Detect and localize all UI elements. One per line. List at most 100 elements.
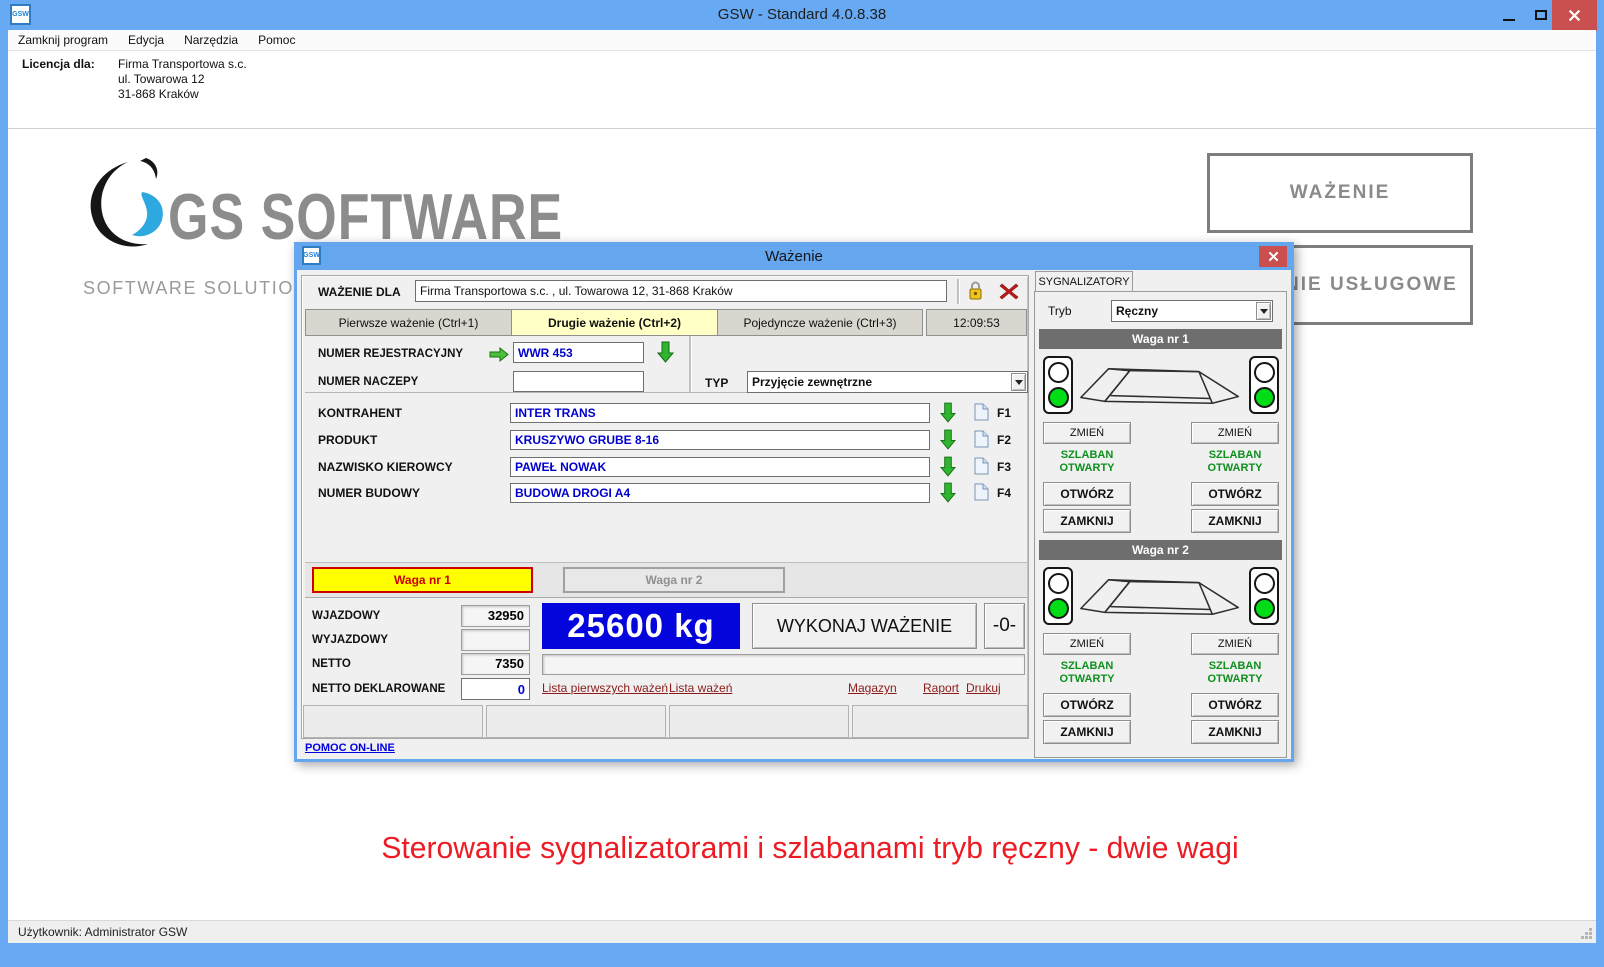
maximize-icon xyxy=(1535,10,1547,20)
divider xyxy=(957,279,959,304)
arrow-down-icon[interactable] xyxy=(940,402,956,423)
otworz-left-button-scale2[interactable]: OTWÓRZ xyxy=(1043,693,1131,717)
document-icon[interactable] xyxy=(974,403,989,421)
scale-1-button[interactable]: Waga nr 1 xyxy=(312,567,533,593)
zmien-right-button-scale1[interactable]: ZMIEŃ xyxy=(1191,422,1279,444)
wazenie-dla-label: WAŻENIE DLA xyxy=(318,285,401,299)
license-label: Licencja dla: xyxy=(22,57,95,71)
tryb-select[interactable]: Ręczny xyxy=(1111,300,1273,322)
typ-dropdown-button[interactable] xyxy=(1011,373,1026,391)
red-lamp-off xyxy=(1254,573,1275,594)
menu-item-zamknij-program[interactable]: Zamknij program xyxy=(8,33,118,47)
minimize-button[interactable] xyxy=(1496,0,1522,30)
netto-label: NETTO xyxy=(312,658,351,670)
raport-link[interactable]: Raport xyxy=(923,681,959,695)
wjazdowy-label: WJAZDOWY xyxy=(312,610,380,622)
wazenie-button[interactable]: WAŻENIE xyxy=(1207,153,1473,233)
zamknij-right-button-scale2[interactable]: ZAMKNIJ xyxy=(1191,720,1279,744)
resize-grip-icon[interactable] xyxy=(1580,927,1593,940)
otworz-left-button-scale1[interactable]: OTWÓRZ xyxy=(1043,482,1131,506)
nazwisko-kierowcy-input[interactable]: PAWEŁ NOWAK xyxy=(510,457,930,477)
zamknij-left-button-scale1[interactable]: ZAMKNIJ xyxy=(1043,509,1131,533)
green-lamp-on xyxy=(1254,387,1275,408)
wjazdowy-value: 32950 xyxy=(461,605,530,627)
dialog-close-icon xyxy=(1268,251,1279,262)
green-lamp-on xyxy=(1048,387,1069,408)
nazwisko-kierowcy-label: NAZWISKO KIEROWCY xyxy=(318,460,453,474)
scale-2-button[interactable]: Waga nr 2 xyxy=(563,567,785,593)
tab-sygnalizatory[interactable]: SYGNALIZATORY xyxy=(1035,271,1133,292)
document-icon[interactable] xyxy=(974,483,989,501)
lista-wazen-link[interactable]: Lista ważeń xyxy=(669,681,732,695)
window-title: GSW - Standard 4.0.8.38 xyxy=(0,6,1604,23)
tab-pierwsze-wazenie[interactable]: Pierwsze ważenie (Ctrl+1) xyxy=(305,309,512,336)
green-lamp-on xyxy=(1048,598,1069,619)
arrow-down-icon[interactable] xyxy=(940,456,956,477)
numer-naczepy-input[interactable] xyxy=(513,371,644,392)
red-lamp-off xyxy=(1254,362,1275,383)
minimize-icon xyxy=(1503,19,1515,21)
wykonaj-wazenie-button[interactable]: WYKONAJ WAŻENIE xyxy=(752,603,977,649)
wazenie-dla-input[interactable]: Firma Transportowa s.c. , ul. Towarowa 1… xyxy=(415,280,947,302)
close-button[interactable] xyxy=(1552,0,1597,31)
document-icon[interactable] xyxy=(974,457,989,475)
license-line-3: 31-868 Kraków xyxy=(118,87,199,101)
numer-rejestracyjny-input[interactable]: WWR 453 xyxy=(513,342,644,363)
arrow-down-icon[interactable] xyxy=(940,429,956,450)
lock-icon[interactable] xyxy=(967,280,984,301)
otworz-right-button-scale2[interactable]: OTWÓRZ xyxy=(1191,693,1279,717)
weighbridge-icon xyxy=(1077,569,1245,625)
zamknij-left-button-scale2[interactable]: ZAMKNIJ xyxy=(1043,720,1131,744)
document-icon[interactable] xyxy=(974,430,989,448)
status-box-3 xyxy=(669,705,849,738)
weighbridge-icon xyxy=(1077,358,1245,414)
traffic-light-icon xyxy=(1043,567,1073,625)
zero-button[interactable]: -0- xyxy=(984,603,1025,649)
divider xyxy=(689,336,691,392)
pomoc-online-link[interactable]: POMOC ON-LINE xyxy=(305,742,395,754)
arrow-right-icon xyxy=(489,346,509,363)
dialog-close-button[interactable] xyxy=(1259,246,1287,267)
fkey-f2-label: F2 xyxy=(997,433,1011,447)
clear-icon[interactable] xyxy=(999,282,1019,300)
typ-select[interactable]: Przyjęcie zewnętrzne xyxy=(747,371,1028,393)
zmien-right-button-scale2[interactable]: ZMIEŃ xyxy=(1191,633,1279,655)
drukuj-link[interactable]: Drukuj xyxy=(966,681,1001,695)
netto-deklarowane-input[interactable]: 0 xyxy=(461,678,530,700)
tab-pojedyncze-wazenie[interactable]: Pojedyncze ważenie (Ctrl+3) xyxy=(717,309,923,336)
maximize-button[interactable] xyxy=(1528,0,1554,30)
zmien-left-button-scale1[interactable]: ZMIEŃ xyxy=(1043,422,1131,444)
weight-display: 25600 kg xyxy=(542,603,740,649)
menu-item-edycja[interactable]: Edycja xyxy=(118,33,174,47)
signals-box: Tryb Ręczny Waga nr 1 xyxy=(1034,291,1287,758)
kontrahent-input[interactable]: INTER TRANS xyxy=(510,403,930,423)
status-box-4 xyxy=(852,705,1028,738)
arrow-down-icon[interactable] xyxy=(940,482,956,503)
dialog-title: Ważenie xyxy=(296,248,1292,265)
zamknij-right-button-scale1[interactable]: ZAMKNIJ xyxy=(1191,509,1279,533)
tab-drugie-wazenie[interactable]: Drugie ważenie (Ctrl+2) xyxy=(511,309,718,336)
chevron-down-icon xyxy=(1260,309,1268,314)
tryb-dropdown-button[interactable] xyxy=(1256,302,1271,320)
scale-2-section-header: Waga nr 2 xyxy=(1039,540,1282,560)
typ-label: TYP xyxy=(705,376,728,390)
traffic-light-icon xyxy=(1249,567,1279,625)
menu-item-pomoc[interactable]: Pomoc xyxy=(248,33,305,47)
status-user-text: Użytkownik: Administrator GSW xyxy=(18,925,187,939)
netto-value: 7350 xyxy=(461,653,530,675)
caption-text: Sterowanie sygnalizatorami i szlabanami … xyxy=(32,830,1588,866)
tryb-label: Tryb xyxy=(1048,304,1072,318)
green-lamp-on xyxy=(1254,598,1275,619)
magazyn-link[interactable]: Magazyn xyxy=(848,681,897,695)
produkt-input[interactable]: KRUSZYWO GRUBE 8-16 xyxy=(510,430,930,450)
scale-1-section-header: Waga nr 1 xyxy=(1039,329,1282,349)
numer-budowy-input[interactable]: BUDOWA DROGI A4 xyxy=(510,483,930,503)
lista-pierwszych-wazen-link[interactable]: Lista pierwszych ważeń xyxy=(542,681,668,695)
zmien-left-button-scale2[interactable]: ZMIEŃ xyxy=(1043,633,1131,655)
numer-budowy-label: NUMER BUDOWY xyxy=(318,486,420,500)
menu-item-narzedzia[interactable]: Narzędzia xyxy=(174,33,248,47)
arrow-down-icon[interactable] xyxy=(657,341,674,363)
otworz-right-button-scale1[interactable]: OTWÓRZ xyxy=(1191,482,1279,506)
traffic-light-icon xyxy=(1249,356,1279,414)
client-area: Zamknij program Edycja Narzędzia Pomoc L… xyxy=(8,30,1596,943)
